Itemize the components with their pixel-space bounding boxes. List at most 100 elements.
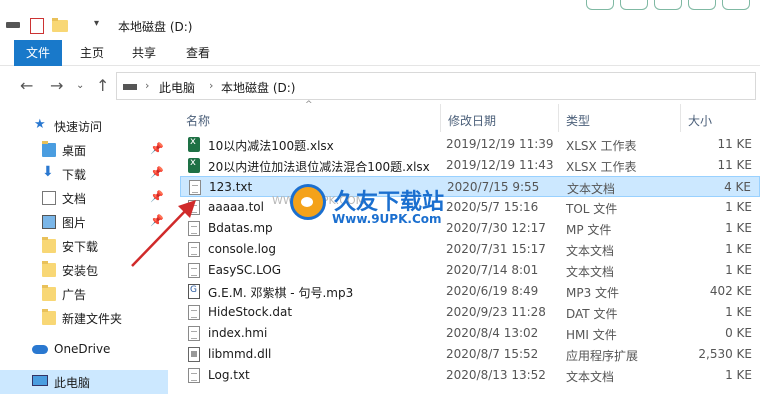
nav-this-pc[interactable]: 此电脑 [0,370,168,394]
pin-icon: 📌 [150,142,164,155]
file-type: XLSX 工作表 [566,139,637,153]
folder-icon [42,309,56,325]
file-type: 文本文档 [566,244,615,258]
up-icon[interactable]: ↑ [96,76,109,95]
file-size: 11 KE [717,137,752,151]
address-bar[interactable]: › 此电脑 › 本地磁盘 (D:) [116,72,756,100]
file-name: aaaaa.tol [208,200,264,214]
file-date: 2019/12/19 11:39 [446,137,554,151]
file-type: 文本文档 [567,182,616,196]
file-row[interactable]: 10以内减法100题.xlsx 2019/12/19 11:39 XLSX 工作表 1… [180,134,760,155]
cloud-icon [32,345,48,354]
desktop-folder-icon [42,141,56,157]
ribbon-button-3[interactable] [654,0,682,10]
forward-icon[interactable]: → [50,76,63,95]
file-size: 1 KE [725,305,752,319]
watermark: WWW.9UPK.COM 久友下载站 Www.9UPK.Com [272,176,472,236]
file-name: index.hmi [208,326,268,340]
text-file-icon [188,368,200,383]
folder-icon [42,237,56,253]
nav-item-new-folder[interactable]: 新建文件夹 [0,306,168,330]
file-date: 2019/12/19 11:43 [446,158,554,172]
nav-item-downloads[interactable]: ⬇ 下载 📌 [0,162,168,186]
properties-icon[interactable] [30,18,44,34]
file-row[interactable]: libmmd.dll 2020/8/7 15:52 应用程序扩展 2,530 KE [180,344,760,365]
nav-quick-access[interactable]: ★ 快速访问 [0,114,168,138]
recent-locations-icon[interactable]: ⌄ [76,80,84,91]
column-date[interactable]: 修改日期 [448,112,496,129]
chevron-right-icon[interactable]: › [145,79,149,92]
file-name: console.log [208,242,276,256]
file-type: XLSX 工作表 [566,160,637,174]
file-type: 文本文档 [566,265,615,279]
tab-file[interactable]: 文件 [14,40,62,66]
drive-icon[interactable] [6,22,20,28]
file-size: 1 KE [725,368,752,382]
nav-item-desktop[interactable]: 桌面 📌 [0,138,168,162]
file-name: EasySC.LOG [208,263,282,277]
text-file-icon [189,180,201,195]
excel-file-icon [188,157,200,173]
ribbon-button-5[interactable] [722,0,750,10]
title-bar: ▾ 本地磁盘 (D:) [0,0,760,40]
ribbon-button-4[interactable] [688,0,716,10]
file-row[interactable]: console.log 2020/7/31 15:17 文本文档 1 KE [180,239,760,260]
file-row[interactable]: EasySC.LOG 2020/7/14 8:01 文本文档 1 KE [180,260,760,281]
back-icon[interactable]: ← [20,76,33,95]
file-size: 2,530 KE [698,347,752,361]
documents-icon [42,191,56,205]
ribbon-button-2[interactable] [620,0,648,10]
file-row[interactable]: index.hmi 2020/8/4 13:02 HMI 文件 0 KE [180,323,760,344]
nav-onedrive[interactable]: OneDrive [0,338,168,362]
file-type: 文本文档 [566,370,615,384]
customize-quick-access-icon[interactable]: ▾ [94,18,99,34]
file-size: 1 KE [725,242,752,256]
file-row[interactable]: HideStock.dat 2020/9/23 11:28 DAT 文件 1 KE [180,302,760,323]
column-type[interactable]: 类型 [566,112,590,129]
text-file-icon [188,305,200,320]
breadcrumb-local-disk[interactable]: 本地磁盘 (D:) [221,79,295,96]
file-type: HMI 文件 [566,328,617,342]
file-size: 4 KE [724,180,751,194]
file-type: MP3 文件 [566,286,620,300]
column-divider[interactable] [558,104,559,132]
file-date: 2020/8/4 13:02 [446,326,539,340]
file-name: Bdatas.mp [208,221,273,235]
column-divider[interactable] [680,104,681,132]
file-size: 402 KE [709,284,752,298]
tab-home[interactable]: 主页 [72,40,112,66]
ribbon-tabs: 文件 主页 共享 查看 [0,40,760,66]
folder-icon [42,261,56,277]
column-size[interactable]: 大小 [688,112,712,129]
file-type: 应用程序扩展 [566,349,639,363]
folder-icon [42,285,56,301]
file-row[interactable]: G.E.M. 邓紫棋 - 句号.mp3 2020/6/19 8:49 MP3 文件 4… [180,281,760,302]
tab-view[interactable]: 查看 [178,40,218,66]
column-header: ^ 名称 修改日期 类型 大小 [168,100,760,132]
file-date: 2020/9/23 11:28 [446,305,546,319]
download-icon: ⬇ [42,164,54,180]
file-row[interactable]: Log.txt 2020/8/13 13:52 文本文档 1 KE [180,365,760,386]
sort-ascending-icon: ^ [305,100,313,110]
tab-share[interactable]: 共享 [124,40,164,66]
breadcrumb-this-pc[interactable]: 此电脑 [159,79,195,96]
file-name: 20以内进位加法退位减法混合100题.xlsx [208,160,430,174]
file-name: G.E.M. 邓紫棋 - 句号.mp3 [208,286,354,300]
file-date: 2020/7/14 8:01 [446,263,539,277]
file-date: 2020/8/7 15:52 [446,347,539,361]
file-row[interactable]: 20以内进位加法退位减法混合100题.xlsx 2019/12/19 11:43 X… [180,155,760,176]
file-size: 0 KE [725,326,752,340]
file-name: 10以内减法100题.xlsx [208,139,334,153]
file-date: 2020/7/31 15:17 [446,242,546,256]
file-date: 2020/6/19 8:49 [446,284,539,298]
chevron-right-icon[interactable]: › [209,79,213,92]
window-title: 本地磁盘 (D:) [118,20,193,34]
file-size: 1 KE [725,263,752,277]
pin-icon: 📌 [150,166,164,179]
nav-item-ads[interactable]: 广告 [0,282,168,306]
new-folder-icon[interactable] [52,18,68,32]
column-name[interactable]: 名称 [186,112,210,129]
column-divider[interactable] [440,104,441,132]
annotation-arrow-icon [131,200,196,267]
ribbon-button-1[interactable] [586,0,614,10]
